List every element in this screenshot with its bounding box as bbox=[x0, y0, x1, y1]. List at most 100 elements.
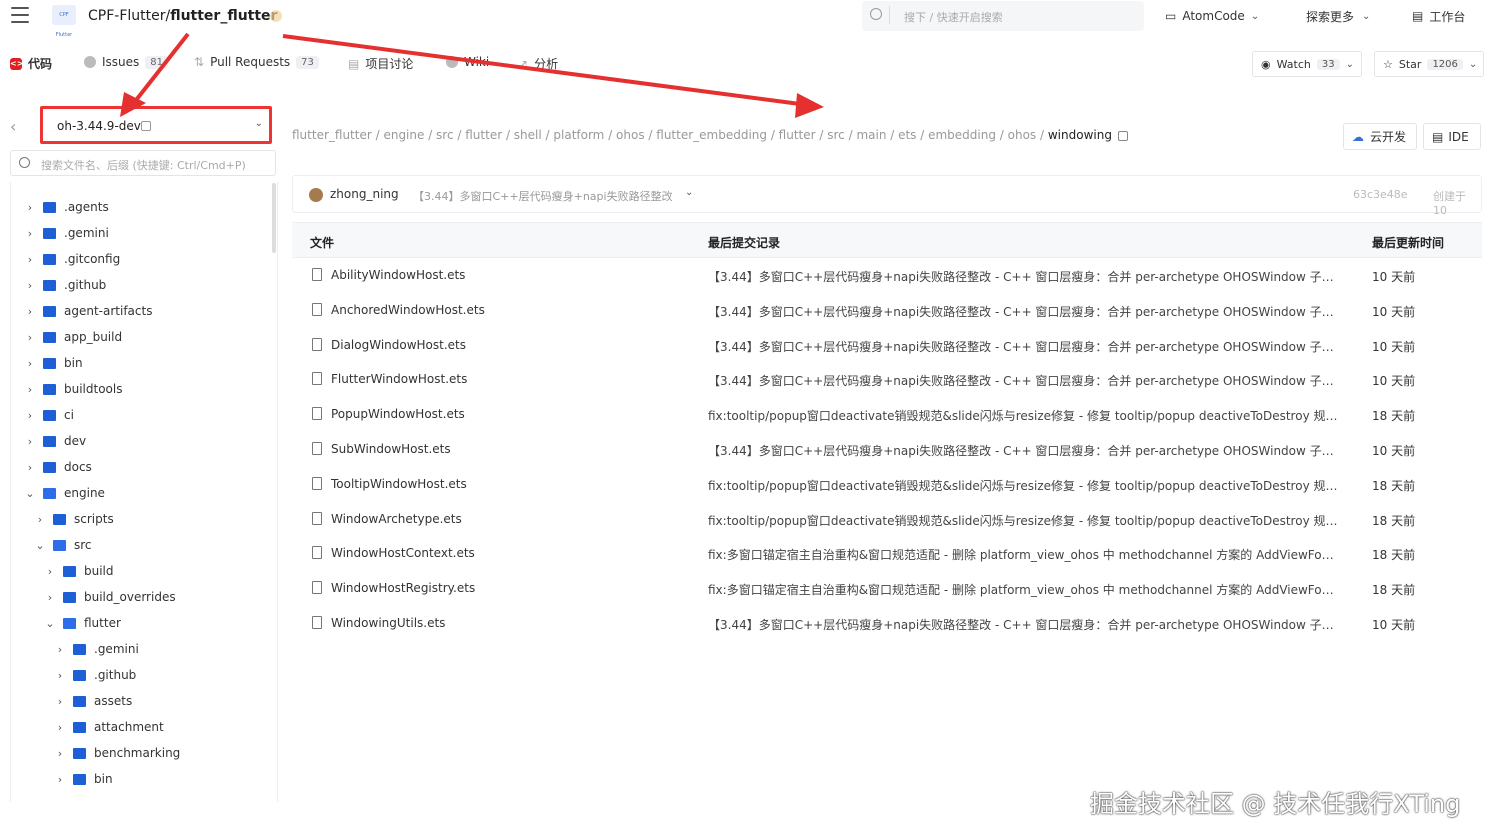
chevron-right-icon[interactable]: › bbox=[53, 773, 67, 786]
file-commit-message[interactable]: fix:多窗口锚定宿主自治重构&窗口规范适配 - 删除 platform_vie… bbox=[708, 581, 1338, 598]
tree-item[interactable]: › benchmarking bbox=[53, 741, 181, 765]
chevron-right-icon[interactable]: › bbox=[23, 201, 37, 214]
repo-name[interactable]: flutter_flutter bbox=[170, 8, 277, 24]
global-search-input[interactable]: 搜下 / 快速开启搜索 bbox=[862, 1, 1144, 31]
star-button[interactable]: ☆ Star 1206 ⌄ bbox=[1374, 51, 1484, 77]
avatar[interactable] bbox=[309, 188, 323, 202]
chevron-right-icon[interactable]: › bbox=[23, 227, 37, 240]
file-name[interactable]: WindowArchetype.ets bbox=[331, 512, 462, 526]
tree-item[interactable]: › bin bbox=[53, 767, 113, 791]
chevron-left-icon[interactable]: ‹ bbox=[10, 117, 16, 136]
repo-owner[interactable]: CPF-Flutter/ bbox=[88, 8, 170, 24]
chevron-down-icon[interactable]: ⌄ bbox=[23, 487, 37, 500]
file-commit-message[interactable]: 【3.44】多窗口C++层代码瘦身+napi失败路径整改 - C++ 窗口层瘦身… bbox=[708, 372, 1338, 389]
cloud-dev-button[interactable]: ☁ 云开发 bbox=[1343, 123, 1417, 150]
table-row[interactable]: FlutterWindowHost.ets 【3.44】多窗口C++层代码瘦身+n… bbox=[292, 362, 1482, 397]
file-search-input[interactable]: 搜索文件名、后缀 (快捷键: Ctrl/Cmd+P) bbox=[10, 150, 276, 176]
file-name[interactable]: TooltipWindowHost.ets bbox=[331, 477, 467, 491]
explore-more-button[interactable]: 探索更多 ⌄ bbox=[1296, 4, 1386, 28]
chevron-right-icon[interactable]: › bbox=[23, 305, 37, 318]
copy-icon[interactable] bbox=[1117, 130, 1128, 141]
table-row[interactable]: SubWindowHost.ets 【3.44】多窗口C++层代码瘦身+napi失… bbox=[292, 432, 1482, 467]
tree-item[interactable]: › dev bbox=[23, 429, 86, 453]
branch-selector[interactable]: oh-3.44.9-dev ⌄ bbox=[40, 106, 272, 144]
tree-item[interactable]: › .gemini bbox=[23, 221, 109, 245]
tree-item[interactable]: › ci bbox=[23, 403, 74, 427]
chevron-right-icon[interactable]: › bbox=[33, 513, 47, 526]
chevron-right-icon[interactable]: › bbox=[53, 747, 67, 760]
chevron-right-icon[interactable]: › bbox=[23, 461, 37, 474]
tab-issues[interactable]: Issues 81 bbox=[84, 55, 169, 69]
chevron-down-icon[interactable]: ⌄ bbox=[43, 617, 57, 630]
menu-icon[interactable] bbox=[11, 7, 29, 23]
commit-hash[interactable]: 63c3e48e bbox=[1353, 188, 1408, 201]
chevron-right-icon[interactable]: › bbox=[23, 331, 37, 344]
atomcode-button[interactable]: ▭ AtomCode ⌄ bbox=[1155, 4, 1275, 28]
chevron-right-icon[interactable]: › bbox=[53, 669, 67, 682]
commit-author[interactable]: zhong_ning bbox=[330, 187, 399, 201]
table-row[interactable]: WindowingUtils.ets 【3.44】多窗口C++层代码瘦身+napi… bbox=[292, 606, 1482, 641]
chevron-right-icon[interactable]: › bbox=[53, 721, 67, 734]
tree-item[interactable]: › .agents bbox=[23, 195, 109, 219]
file-name[interactable]: DialogWindowHost.ets bbox=[331, 338, 466, 352]
tree-item[interactable]: ⌄ src bbox=[33, 533, 91, 557]
ide-button[interactable]: ▤ IDE bbox=[1423, 123, 1481, 150]
tree-item[interactable]: › assets bbox=[53, 689, 132, 713]
tree-item[interactable]: › bin bbox=[23, 351, 83, 375]
file-name[interactable]: WindowHostRegistry.ets bbox=[331, 581, 475, 595]
file-commit-message[interactable]: 【3.44】多窗口C++层代码瘦身+napi失败路径整改 - C++ 窗口层瘦身… bbox=[708, 268, 1338, 285]
tree-item[interactable]: › .github bbox=[53, 663, 137, 687]
tree-item[interactable]: › .github bbox=[23, 273, 107, 297]
file-commit-message[interactable]: 【3.44】多窗口C++层代码瘦身+napi失败路径整改 - C++ 窗口层瘦身… bbox=[708, 442, 1338, 459]
table-row[interactable]: TooltipWindowHost.ets fix:tooltip/popup窗口… bbox=[292, 467, 1482, 502]
tree-item[interactable]: › app_build bbox=[23, 325, 122, 349]
file-commit-message[interactable]: 【3.44】多窗口C++层代码瘦身+napi失败路径整改 - C++ 窗口层瘦身… bbox=[708, 338, 1338, 355]
tree-item[interactable]: ⌄ flutter bbox=[43, 611, 121, 635]
file-commit-message[interactable]: fix:tooltip/popup窗口deactivate销毁规范&slide闪… bbox=[708, 407, 1338, 424]
watch-button[interactable]: ◉ Watch 33 ⌄ bbox=[1252, 51, 1362, 77]
file-commit-message[interactable]: fix:多窗口锚定宿主自治重构&窗口规范适配 - 删除 platform_vie… bbox=[708, 546, 1338, 563]
file-name[interactable]: WindowingUtils.ets bbox=[331, 616, 445, 630]
tab-wiki[interactable]: Wiki bbox=[446, 55, 489, 69]
file-commit-message[interactable]: 【3.44】多窗口C++层代码瘦身+napi失败路径整改 - C++ 窗口层瘦身… bbox=[708, 616, 1338, 633]
table-row[interactable]: WindowArchetype.ets fix:tooltip/popup窗口de… bbox=[292, 502, 1482, 537]
tree-item[interactable]: › docs bbox=[23, 455, 92, 479]
chevron-right-icon[interactable]: › bbox=[23, 253, 37, 266]
tree-item[interactable]: › agent-artifacts bbox=[23, 299, 153, 323]
chevron-right-icon[interactable]: › bbox=[23, 435, 37, 448]
breadcrumb-path[interactable]: flutter_flutter / engine / src / flutter… bbox=[292, 128, 1048, 142]
tree-item[interactable]: › buildtools bbox=[23, 377, 123, 401]
file-commit-message[interactable]: 【3.44】多窗口C++层代码瘦身+napi失败路径整改 - C++ 窗口层瘦身… bbox=[708, 303, 1338, 320]
tab-code[interactable]: <> 代码 bbox=[10, 55, 52, 72]
tree-item[interactable]: › scripts bbox=[33, 507, 114, 531]
file-commit-message[interactable]: fix:tooltip/popup窗口deactivate销毁规范&slide闪… bbox=[708, 477, 1338, 494]
tree-scrollbar[interactable] bbox=[272, 183, 276, 253]
table-row[interactable]: AbilityWindowHost.ets 【3.44】多窗口C++层代码瘦身+n… bbox=[292, 258, 1482, 293]
table-row[interactable]: AnchoredWindowHost.ets 【3.44】多窗口C++层代码瘦身+… bbox=[292, 293, 1482, 328]
commit-message[interactable]: 【3.44】多窗口C++层代码瘦身+napi失败路径整改 bbox=[413, 188, 673, 204]
file-name[interactable]: WindowHostContext.ets bbox=[331, 546, 475, 560]
tree-item[interactable]: › build_overrides bbox=[43, 585, 176, 609]
chevron-right-icon[interactable]: › bbox=[43, 591, 57, 604]
repo-title[interactable]: CPF-Flutter/flutter_flutter bbox=[88, 8, 277, 24]
copy-icon[interactable] bbox=[141, 121, 151, 131]
chevron-right-icon[interactable]: › bbox=[23, 357, 37, 370]
chevron-right-icon[interactable]: › bbox=[53, 643, 67, 656]
chevron-right-icon[interactable]: › bbox=[23, 383, 37, 396]
table-row[interactable]: WindowHostRegistry.ets fix:多窗口锚定宿主自治重构&窗口… bbox=[292, 571, 1482, 606]
tree-item[interactable]: › .gitconfig bbox=[23, 247, 120, 271]
chevron-down-icon[interactable]: ⌄ bbox=[685, 187, 693, 198]
chevron-right-icon[interactable]: › bbox=[43, 565, 57, 578]
chevron-right-icon[interactable]: › bbox=[53, 695, 67, 708]
tree-item[interactable]: ⌄ engine bbox=[23, 481, 105, 505]
workbench-button[interactable]: ▤ 工作台 bbox=[1402, 4, 1482, 28]
chevron-right-icon[interactable]: › bbox=[23, 409, 37, 422]
file-name[interactable]: AbilityWindowHost.ets bbox=[331, 268, 465, 282]
tree-item[interactable]: › build bbox=[43, 559, 114, 583]
chevron-down-icon[interactable]: ⌄ bbox=[33, 539, 47, 552]
file-name[interactable]: AnchoredWindowHost.ets bbox=[331, 303, 485, 317]
chevron-right-icon[interactable]: › bbox=[23, 279, 37, 292]
tree-item[interactable]: › .gemini bbox=[53, 637, 139, 661]
tree-item[interactable]: › attachment bbox=[53, 715, 164, 739]
file-name[interactable]: SubWindowHost.ets bbox=[331, 442, 451, 456]
